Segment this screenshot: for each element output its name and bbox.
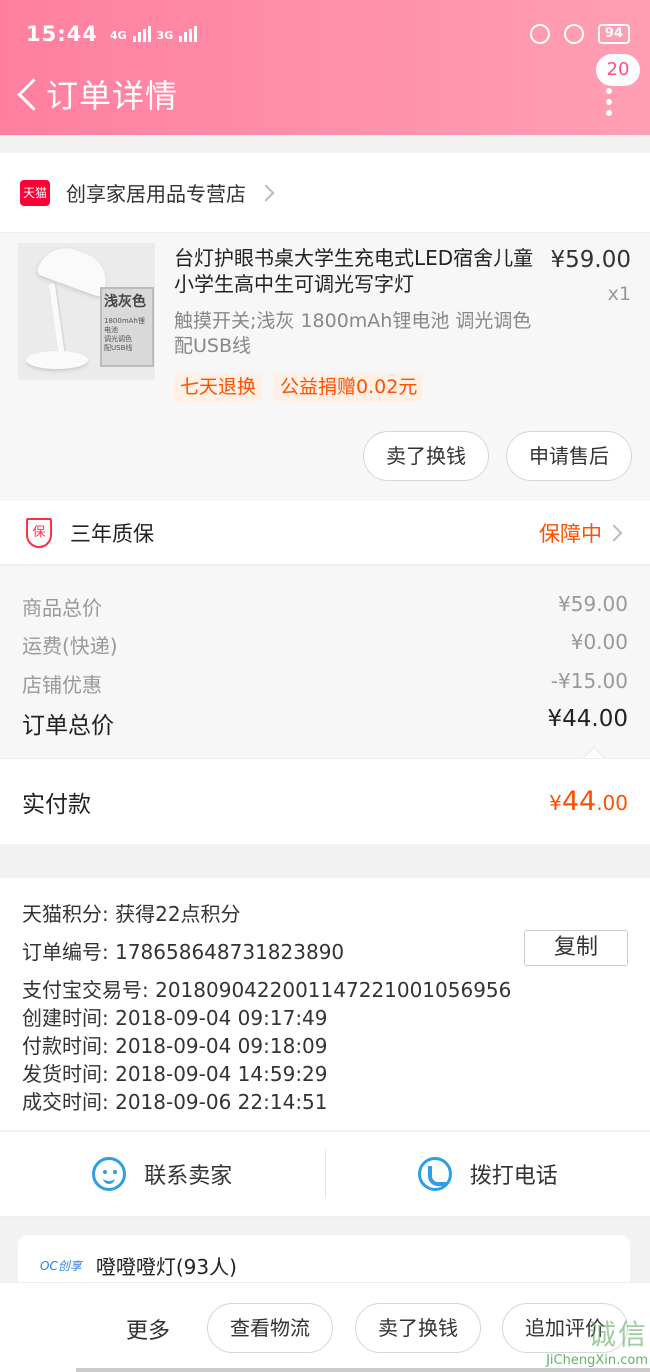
product-price: ¥59.00 xyxy=(550,247,631,273)
image-box-sub: 1800mAh锂电池 调光调色 配USB线 xyxy=(104,317,145,352)
sell-button[interactable]: 卖了换钱 xyxy=(363,431,489,481)
product-title[interactable]: 台灯护眼书桌大学生充电式LED宿舍儿童小学生高中生可调光写字灯 xyxy=(174,245,534,297)
paid-time-line: 付款时间: 2018-09-04 09:18:09 xyxy=(22,1034,328,1058)
alipay-number-line: 支付宝交易号: 2018090422001147221001056956 xyxy=(22,978,512,1002)
contact-seller-button[interactable]: 联系卖家 xyxy=(0,1132,325,1216)
image-box-title: 浅灰色 xyxy=(104,294,146,310)
sell-button-bottom[interactable]: 卖了换钱 xyxy=(355,1303,481,1353)
shop-discount-value: -¥15.00 xyxy=(550,669,628,693)
more-button[interactable]: 更多 xyxy=(126,1313,170,1345)
status-bar: 15:44 4G 3G 94 xyxy=(26,18,630,50)
paid-row: 实付款 ¥44.00 xyxy=(0,758,650,844)
nav-indicator xyxy=(76,1368,650,1372)
back-arrow-icon[interactable] xyxy=(14,74,40,114)
shield-icon: 保 xyxy=(26,517,52,548)
contact-bar: 联系卖家 拨打电话 xyxy=(0,1131,650,1217)
more-menu-icon[interactable] xyxy=(606,88,612,121)
shipping-label: 运费(快递) xyxy=(22,634,118,658)
call-button[interactable]: 拨打电话 xyxy=(324,1150,650,1198)
bottom-action-bar: 更多 查看物流 卖了换钱 追加评价 诚信 JiChengXin.com xyxy=(0,1282,650,1372)
contact-seller-label: 联系卖家 xyxy=(144,1164,233,1189)
shipped-time-line: 发货时间: 2018-09-04 14:59:29 xyxy=(22,1062,328,1086)
product-quantity: x1 xyxy=(607,283,631,305)
tag-seven-day-return: 七天退换 xyxy=(174,373,263,401)
product-image[interactable]: 浅灰色 1800mAh锂电池 调光调色 配USB线 xyxy=(18,243,155,380)
goods-total-value: ¥59.00 xyxy=(558,592,628,616)
header: 15:44 4G 3G 94 订单详情 20 xyxy=(0,0,650,135)
price-summary: 商品总价 ¥59.00 运费(快递) ¥0.00 店铺优惠 -¥15.00 订单… xyxy=(0,566,650,770)
product-card: 浅灰色 1800mAh锂电池 调光调色 配USB线 台灯护眼书桌大学生充电式LE… xyxy=(0,233,650,501)
created-time-line: 创建时间: 2018-09-04 09:17:49 xyxy=(22,1006,328,1030)
network-label-2: 3G xyxy=(156,29,174,42)
watermark: 诚信 JiChengXin.com xyxy=(546,1318,648,1368)
brand-logo: OC创享 xyxy=(40,1258,82,1273)
copy-button[interactable]: 复制 xyxy=(524,930,628,966)
after-sales-button[interactable]: 申请售后 xyxy=(506,431,632,481)
warranty-row[interactable]: 保 三年质保 保障中 xyxy=(0,501,650,565)
order-number-line: 订单编号: 178658648731823890 xyxy=(22,940,345,964)
signal-icon: 4G 3G xyxy=(109,26,198,42)
warranty-name: 三年质保 xyxy=(70,521,154,546)
paid-amount: ¥44.00 xyxy=(549,786,628,817)
chevron-right-icon xyxy=(257,184,275,201)
goods-total-label: 商品总价 xyxy=(22,596,102,620)
network-label: 4G xyxy=(109,29,127,42)
order-info: 天猫积分: 获得22点积分 订单编号: 178658648731823890 复… xyxy=(0,878,650,1130)
phone-icon xyxy=(417,1157,452,1191)
message-badge[interactable]: 20 xyxy=(596,54,640,86)
chevron-right-icon xyxy=(605,524,623,541)
shop-name: 创享家居用品专营店 xyxy=(66,182,246,206)
lock-icon xyxy=(563,24,584,44)
shop-discount-label: 店铺优惠 xyxy=(22,673,102,697)
warranty-status: 保障中 xyxy=(539,521,602,546)
completed-time-line: 成交时间: 2018-09-06 22:14:51 xyxy=(22,1090,328,1114)
product-sku: 触摸开关;浅灰 1800mAh锂电池 调光调色 配USB线 xyxy=(174,310,532,357)
view-logistics-button[interactable]: 查看物流 xyxy=(207,1303,333,1353)
order-total-label: 订单总价 xyxy=(22,713,114,739)
call-label: 拨打电话 xyxy=(469,1164,558,1189)
battery-icon: 94 xyxy=(597,24,630,44)
page-title: 订单详情 xyxy=(46,77,179,115)
recommendation-name: 噔噔噔灯(93人) xyxy=(95,1254,237,1279)
order-total-value: ¥44.00 xyxy=(547,706,628,732)
points-line: 天猫积分: 获得22点积分 xyxy=(22,902,241,926)
chat-icon xyxy=(92,1157,127,1191)
tag-charity: 公益捐赠0.02元 xyxy=(274,373,424,401)
paid-label: 实付款 xyxy=(22,791,91,818)
status-time: 15:44 xyxy=(26,22,98,46)
vibrate-icon xyxy=(529,24,550,44)
shipping-value: ¥0.00 xyxy=(570,630,628,654)
tmall-icon: 天猫 xyxy=(20,179,50,206)
shop-row[interactable]: 天猫 创享家居用品专营店 xyxy=(0,153,650,233)
nav-bar: 订单详情 20 xyxy=(0,54,650,122)
